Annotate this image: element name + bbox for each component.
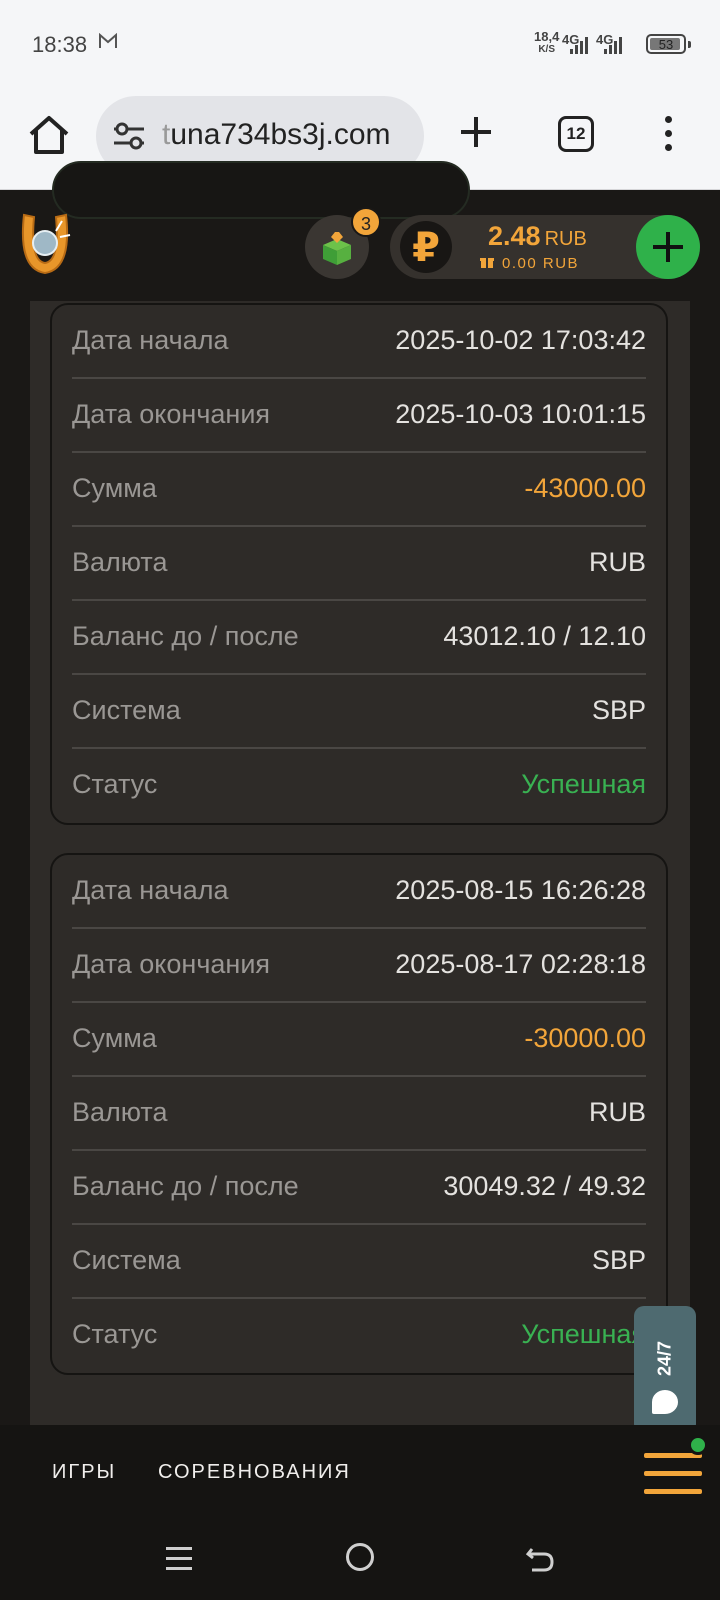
row-label: Статус bbox=[72, 769, 158, 799]
ruble-icon: ₽ bbox=[400, 221, 452, 273]
row-value: 43012.10 / 12.10 bbox=[443, 621, 646, 651]
new-tab-icon[interactable] bbox=[458, 114, 494, 150]
row-value: SBP bbox=[591, 1245, 646, 1275]
row-label: Баланс до / после bbox=[72, 1171, 299, 1201]
row-balance: Баланс до / после 43012.10 / 12.10 bbox=[72, 601, 646, 675]
deposit-plus-button[interactable] bbox=[636, 215, 700, 279]
network-speed: 18,4 K/S bbox=[534, 30, 559, 56]
row-start-date: Дата начала 2025-10-02 17:03:42 bbox=[72, 305, 646, 379]
chat-bubble-icon bbox=[652, 1390, 678, 1414]
online-indicator bbox=[688, 1435, 708, 1455]
balance-value: 2.48 bbox=[488, 221, 541, 251]
row-label: Система bbox=[72, 695, 181, 725]
support-chat-button[interactable]: 24/7 bbox=[634, 1306, 696, 1434]
transaction-history: Дата начала 2025-10-02 17:03:42 Дата окон… bbox=[30, 301, 690, 1425]
row-value: 2025-10-02 17:03:42 bbox=[395, 325, 646, 355]
battery-level: 53 bbox=[658, 37, 674, 52]
partially-hidden-button bbox=[52, 161, 470, 219]
row-value: 2025-10-03 10:01:15 bbox=[395, 399, 646, 429]
home-button-icon[interactable] bbox=[346, 1543, 374, 1571]
speed-value: 18,4 bbox=[534, 29, 560, 44]
nav-games[interactable]: ИГРЫ bbox=[52, 1461, 116, 1484]
row-label: Сумма bbox=[72, 1023, 157, 1053]
row-value: SBP bbox=[591, 695, 646, 725]
row-status: Статус Успешная bbox=[72, 749, 646, 823]
speed-unit: K/S bbox=[538, 44, 555, 55]
row-system: Система SBP bbox=[72, 1225, 646, 1299]
gift-box-icon bbox=[323, 232, 351, 265]
row-balance: Баланс до / после 30049.32 / 49.32 bbox=[72, 1151, 646, 1225]
battery-icon: 53 bbox=[646, 34, 691, 54]
row-currency: Валюта RUB bbox=[72, 1077, 646, 1151]
row-label: Система bbox=[72, 1245, 181, 1275]
tab-switcher-button[interactable]: 12 bbox=[558, 116, 594, 152]
row-end-date: Дата окончания 2025-08-17 02:28:18 bbox=[72, 929, 646, 1003]
row-value: 2025-08-15 16:26:28 bbox=[395, 875, 646, 905]
system-nav-bar bbox=[0, 1515, 720, 1600]
horseshoe-logo[interactable] bbox=[16, 209, 74, 279]
support-label: 24/7 bbox=[654, 1340, 675, 1377]
site-header: 3 ₽ 2.48 RUB 0.00 RUB bbox=[0, 161, 720, 301]
transaction-card: Дата начала 2025-10-02 17:03:42 Дата окон… bbox=[50, 303, 668, 825]
balance-currency: RUB bbox=[544, 228, 587, 250]
more-menu-icon[interactable] bbox=[662, 114, 674, 154]
ruble-symbol: ₽ bbox=[412, 226, 440, 270]
signal-icon bbox=[600, 36, 622, 54]
row-label: Валюта bbox=[72, 547, 168, 577]
transaction-card: Дата начала 2025-08-15 16:26:28 Дата окон… bbox=[50, 853, 668, 1375]
row-label: Дата окончания bbox=[72, 949, 271, 979]
url-text: tuna734bs3j.com bbox=[162, 118, 391, 152]
status-value: Успешная bbox=[521, 769, 646, 799]
back-icon[interactable] bbox=[524, 1543, 556, 1575]
row-label: Статус bbox=[72, 1319, 158, 1349]
bonus-value: 0.00 RUB bbox=[502, 255, 580, 272]
row-label: Дата начала bbox=[72, 325, 229, 355]
row-amount: Сумма -30000.00 bbox=[72, 1003, 646, 1077]
signal-icon bbox=[566, 36, 588, 54]
home-icon[interactable] bbox=[26, 112, 72, 158]
row-amount: Сумма -43000.00 bbox=[72, 453, 646, 527]
row-value: 2025-08-17 02:28:18 bbox=[395, 949, 646, 979]
nav-tournaments[interactable]: СОРЕВНОВАНИЯ bbox=[158, 1461, 351, 1484]
gmail-icon bbox=[98, 32, 118, 55]
gift-count-badge: 3 bbox=[351, 207, 381, 237]
status-bar: 18:38 18,4 K/S 4G 4G 53 bbox=[0, 0, 720, 90]
row-status: Статус Успешная bbox=[72, 1299, 646, 1373]
row-value: RUB bbox=[588, 547, 646, 577]
row-value: -30000.00 bbox=[524, 1023, 646, 1053]
row-start-date: Дата начала 2025-08-15 16:26:28 bbox=[72, 855, 646, 929]
row-label: Дата окончания bbox=[72, 399, 271, 429]
row-label: Дата начала bbox=[72, 875, 229, 905]
row-system: Система SBP bbox=[72, 675, 646, 749]
main-balance: 2.48 RUB bbox=[488, 221, 587, 252]
row-value: -43000.00 bbox=[524, 473, 646, 503]
status-value: Успешная bbox=[521, 1319, 646, 1349]
row-label: Баланс до / после bbox=[72, 621, 299, 651]
menu-hamburger-icon[interactable] bbox=[644, 1435, 708, 1501]
recents-icon[interactable] bbox=[166, 1547, 192, 1571]
row-currency: Валюта RUB bbox=[72, 527, 646, 601]
row-label: Валюта bbox=[72, 1097, 168, 1127]
row-end-date: Дата окончания 2025-10-03 10:01:15 bbox=[72, 379, 646, 453]
clock: 18:38 bbox=[32, 32, 88, 57]
site-settings-icon[interactable] bbox=[112, 120, 146, 152]
row-label: Сумма bbox=[72, 473, 157, 503]
row-value: 30049.32 / 49.32 bbox=[443, 1171, 646, 1201]
site-bottom-nav: ИГРЫ СОРЕВНОВАНИЯ bbox=[0, 1425, 720, 1515]
row-value: RUB bbox=[588, 1097, 646, 1127]
gift-icon bbox=[480, 258, 494, 268]
url-domain: una734bs3j.com bbox=[170, 118, 391, 151]
bonus-balance: 0.00 RUB bbox=[480, 255, 579, 272]
